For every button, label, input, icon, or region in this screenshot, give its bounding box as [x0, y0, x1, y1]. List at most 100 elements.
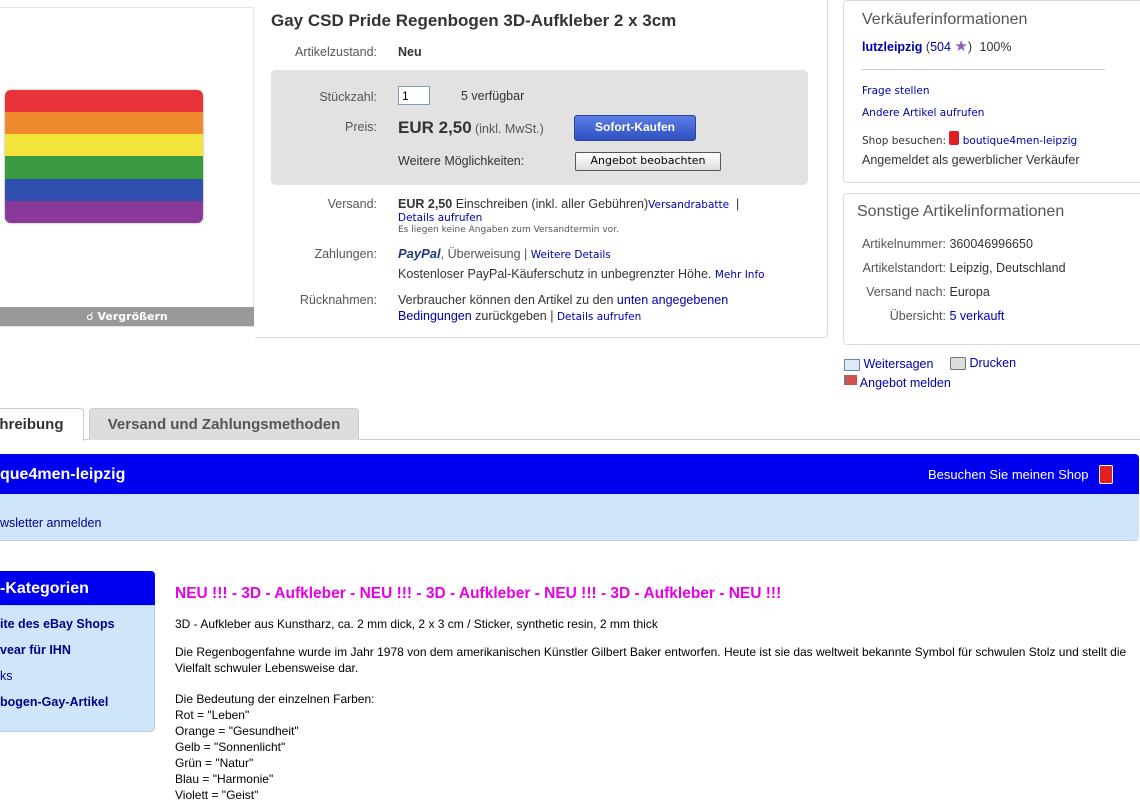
tab-description-label: chreibung	[0, 416, 64, 433]
price-label: Preis:	[345, 120, 377, 134]
visit-shop-link[interactable]: Besuchen Sie meinen Shop	[928, 467, 1088, 482]
divider	[862, 69, 1105, 70]
info-row-ships-to: Versand nach: Europa	[845, 285, 1135, 309]
returns-label: Rücknahmen:	[299, 293, 377, 307]
seller-type: Angemeldet als gewerblicher Verkäufer	[862, 153, 1080, 167]
watch-button[interactable]: Angebot beobachten	[575, 152, 721, 171]
seller-info-title: Verkäuferinformationen	[862, 11, 1028, 28]
colors-title: Die Bedeutung der einzelnen Farben:	[175, 692, 375, 706]
color-item: Blau = "Harmonie"	[175, 772, 274, 786]
categories-header: -Kategorien	[0, 571, 155, 605]
mail-icon	[844, 358, 860, 371]
more-options-label: Weitere Möglichkeiten:	[398, 154, 525, 168]
report-link[interactable]: Angebot melden	[860, 376, 951, 390]
sold-count-link[interactable]: 5 verkauft	[949, 309, 1004, 323]
print-action[interactable]: Drucken	[950, 356, 1016, 371]
info-value: 360046996650	[949, 237, 1033, 251]
shipping-info: EUR 2,50 Einschreiben (inkl. aller Gebüh…	[398, 197, 740, 211]
paypal-logo: PayPal	[398, 246, 441, 261]
item-title: Gay CSD Pride Regenbogen 3D-Aufkleber 2 …	[271, 11, 677, 30]
other-items-link[interactable]: Andere Artikel aufrufen	[862, 107, 984, 119]
zoom-icon: ☌	[86, 310, 94, 323]
info-label: Übersicht:	[889, 309, 946, 323]
payment-methods-text: , Überweisung |	[440, 247, 528, 261]
tab-shipping-label: Versand und Zahlungsmethoden	[107, 416, 341, 433]
tab-description[interactable]: chreibung	[0, 408, 84, 441]
price: EUR 2,50 (inkl. MwSt.)	[398, 118, 544, 138]
condition-label: Artikelzustand:	[295, 45, 377, 59]
returns-text-2: zurückgeben |	[475, 309, 554, 323]
other-info-title: Sonstige Artikelinformationen	[857, 203, 1065, 220]
payment-label: Zahlungen:	[314, 247, 377, 261]
color-item: Orange = "Gesundheit"	[175, 724, 299, 738]
payment-methods: PayPal, Überweisung | Weitere Details	[398, 246, 611, 261]
category-item[interactable]: vear für IHN	[0, 643, 71, 657]
shipping-desc: Einschreiben (inkl. aller Gebühren)	[455, 197, 649, 211]
qty-label: Stückzahl:	[319, 90, 377, 104]
description-headline: NEU !!! - 3D - Aufkleber - NEU !!! - 3D …	[175, 585, 782, 602]
info-label: Artikelstandort:	[862, 261, 946, 275]
enlarge-button[interactable]: ☌ Vergrößern	[0, 307, 254, 326]
quantity-input[interactable]	[398, 86, 430, 105]
item-description: NEU !!! - 3D - Aufkleber - NEU !!! - 3D …	[175, 585, 1135, 803]
share-link[interactable]: Weitersagen	[863, 357, 933, 371]
info-value: Leipzig, Deutschland	[949, 261, 1066, 275]
info-row-location: Artikelstandort: Leipzig, Deutschland	[845, 261, 1135, 285]
returns-terms-link-2[interactable]: Bedingungen	[398, 309, 472, 323]
category-item[interactable]: bogen-Gay-Artikel	[0, 695, 108, 709]
category-item[interactable]: ite des eBay Shops	[0, 617, 115, 631]
shop-subheader: wsletter anmelden	[0, 494, 1139, 541]
price-note: (inkl. MwSt.)	[475, 122, 544, 136]
positive-rating: 100%	[979, 40, 1012, 54]
tab-shipping-payment[interactable]: Versand und Zahlungsmethoden	[89, 408, 359, 440]
ask-question-link[interactable]: Frage stellen	[862, 85, 930, 97]
category-item[interactable]: ks	[0, 669, 13, 683]
available-count: 5 verfügbar	[461, 89, 525, 103]
returns-line-2: Bedingungen zurückgeben | Details aufruf…	[398, 309, 641, 323]
seller-name-link[interactable]: lutzleipzig	[862, 40, 922, 54]
share-action[interactable]: Weitersagen	[844, 357, 933, 371]
flag-stripe	[5, 90, 203, 113]
returns-text-1: Verbraucher können den Artikel zu den	[398, 293, 614, 307]
returns-details-link[interactable]: Details aufrufen	[557, 311, 641, 323]
shop-name-link[interactable]: boutique4men-leipzig	[963, 135, 1077, 147]
flag-stripe	[5, 156, 203, 179]
feedback-score-link[interactable]: 504	[930, 40, 951, 54]
print-link[interactable]: Drucken	[969, 356, 1016, 370]
color-item: Violett = "Geist"	[175, 788, 259, 802]
returns-terms-link[interactable]: unten angegebenen	[617, 293, 728, 307]
star-icon: ★	[954, 38, 968, 55]
condition-value: Neu	[398, 45, 422, 59]
shipping-discount-link[interactable]: Versandrabatte	[648, 199, 729, 211]
colors-block: Die Bedeutung der einzelnen Farben: Rot …	[175, 691, 1135, 803]
flag-stripe	[5, 200, 203, 223]
other-info-table: Artikelnummer: 360046996650 Artikelstand…	[845, 237, 1135, 333]
buy-now-button[interactable]: Sofort-Kaufen	[574, 115, 696, 141]
info-label: Artikelnummer:	[861, 237, 946, 251]
info-value: Europa	[949, 285, 990, 299]
seller-summary: lutzleipzig (504 ★) 100%	[862, 38, 1012, 55]
shop-bag-icon[interactable]	[1099, 465, 1113, 484]
more-info-link[interactable]: Mehr Info	[715, 269, 765, 281]
price-value: EUR 2,50	[398, 118, 472, 137]
returns-line-1: Verbraucher können den Artikel zu den un…	[398, 293, 728, 307]
shipping-details-link[interactable]: Details aufrufen	[398, 212, 482, 224]
paypal-protection-text: Kostenloser PayPal-Käuferschutz in unbeg…	[398, 267, 712, 281]
flag-stripe	[5, 134, 203, 157]
payment-details-link[interactable]: Weitere Details	[531, 249, 611, 261]
visit-shop: Shop besuchen: boutique4men-leipzig	[862, 131, 1077, 148]
printer-icon	[950, 357, 966, 371]
shipping-label: Versand:	[327, 197, 377, 211]
color-item: Rot = "Leben"	[175, 708, 250, 722]
flag-icon	[844, 374, 857, 385]
shop-label: Shop besuchen:	[862, 135, 947, 147]
shipping-value: EUR 2,50	[398, 197, 453, 211]
shop-icon	[949, 131, 960, 145]
newsletter-link[interactable]: wsletter anmelden	[0, 516, 101, 530]
color-item: Grün = "Natur"	[175, 756, 254, 770]
flag-stripe	[5, 178, 203, 201]
paypal-protection: Kostenloser PayPal-Käuferschutz in unbeg…	[398, 267, 765, 281]
item-image-rainbow-sticker[interactable]	[5, 90, 203, 223]
report-action[interactable]: Angebot melden	[844, 374, 951, 390]
shop-header: que4men-leipzig Besuchen Sie meinen Shop	[0, 454, 1139, 494]
